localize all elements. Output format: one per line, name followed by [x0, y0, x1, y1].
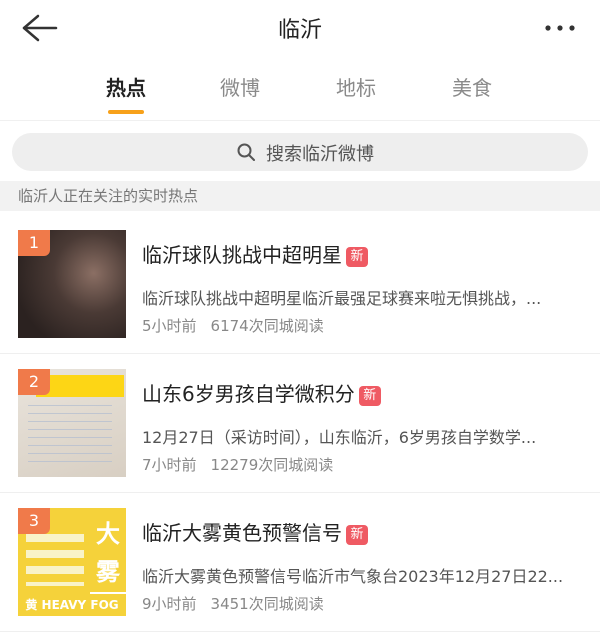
search-area: 搜索临沂微博 — [0, 121, 600, 181]
item-meta: 7小时前 12279次同城阅读 — [142, 454, 347, 475]
top-bar: 临沂 — [0, 0, 600, 58]
tab-hot[interactable]: 热点 — [96, 72, 156, 101]
item-reads: 12279次同城阅读 — [210, 456, 334, 474]
thumbnail-char: 黄 — [25, 598, 38, 612]
list-item[interactable]: 1 临沂球队挑战中超明星新 临沂球队挑战中超明星临沂最强足球赛来啦无惧挑战，..… — [0, 215, 600, 354]
new-badge: 新 — [358, 386, 381, 406]
tab-landmark[interactable]: 地标 — [326, 72, 386, 101]
item-time: 5小时前 — [142, 317, 197, 335]
active-tab-indicator — [108, 110, 144, 114]
item-title-text: 临沂球队挑战中超明星 — [142, 243, 342, 267]
section-label: 临沂人正在关注的实时热点 — [18, 187, 199, 205]
rank-badge: 2 — [18, 369, 50, 395]
item-title[interactable]: 山东6岁男孩自学微积分新 — [142, 378, 381, 407]
thumbnail-image: 1 — [18, 230, 126, 338]
tab-food[interactable]: 美食 — [442, 72, 502, 101]
item-title-text: 山东6岁男孩自学微积分 — [142, 382, 355, 406]
new-badge: 新 — [346, 525, 368, 545]
rank-badge: 1 — [18, 230, 50, 256]
more-options-icon[interactable] — [540, 12, 580, 44]
item-time: 7小时前 — [142, 456, 197, 474]
item-reads: 6174次同城阅读 — [210, 317, 324, 335]
thumbnail-image: 2 — [18, 369, 126, 477]
fog-stripes — [26, 534, 84, 586]
search-placeholder: 搜索临沂微博 — [266, 144, 374, 165]
thumbnail-image: 大 雾 黄 HEAVY FOG 3 — [18, 508, 126, 616]
tab-bar: 热点 微博 地标 美食 — [0, 58, 600, 121]
item-description: 临沂大雾黄色预警信号临沂市气象台2023年12月27日22... — [142, 567, 564, 586]
item-description: 临沂球队挑战中超明星临沂最强足球赛来啦无惧挑战，... — [142, 289, 542, 308]
thumbnail-char: 雾 — [96, 558, 120, 586]
item-meta: 5小时前 6174次同城阅读 — [142, 315, 338, 336]
new-badge: 新 — [346, 247, 368, 267]
thumbnail-caption: 黄 HEAVY FOG — [18, 594, 126, 616]
list-item[interactable]: 大 雾 黄 HEAVY FOG 3 临沂大雾黄色预警信号新 临沂大雾黄色预警信号… — [0, 493, 600, 632]
hot-topic-list: 1 临沂球队挑战中超明星新 临沂球队挑战中超明星临沂最强足球赛来啦无惧挑战，..… — [0, 215, 600, 632]
item-description: 12月27日（采访时间），山东临沂，6岁男孩自学数学... — [142, 428, 537, 447]
item-meta: 9小时前 3451次同城阅读 — [142, 593, 338, 614]
page-title: 临沂 — [277, 18, 322, 43]
list-item[interactable]: 2 山东6岁男孩自学微积分新 12月27日（采访时间），山东临沂，6岁男孩自学数… — [0, 354, 600, 493]
item-title-text: 临沂大雾黄色预警信号 — [142, 521, 342, 545]
item-reads: 3451次同城阅读 — [210, 595, 324, 613]
thumbnail-caption-text: HEAVY FOG — [41, 598, 119, 612]
rank-badge: 3 — [18, 508, 50, 534]
item-title[interactable]: 临沂球队挑战中超明星新 — [142, 239, 368, 268]
thumbnail-handwriting — [28, 405, 112, 465]
search-bar[interactable]: 搜索临沂微博 — [12, 133, 588, 171]
item-time: 9小时前 — [142, 595, 197, 613]
app-root: 临沂 热点 微博 地标 美食 搜索临沂微博 临沂人正在关注的实时热点 1 临沂球… — [0, 0, 600, 632]
item-title[interactable]: 临沂大雾黄色预警信号新 — [142, 517, 368, 546]
tab-weibo[interactable]: 微博 — [210, 72, 270, 101]
thumbnail-char: 大 — [96, 520, 120, 548]
section-header: 临沂人正在关注的实时热点 — [0, 181, 600, 211]
search-icon — [236, 142, 256, 162]
